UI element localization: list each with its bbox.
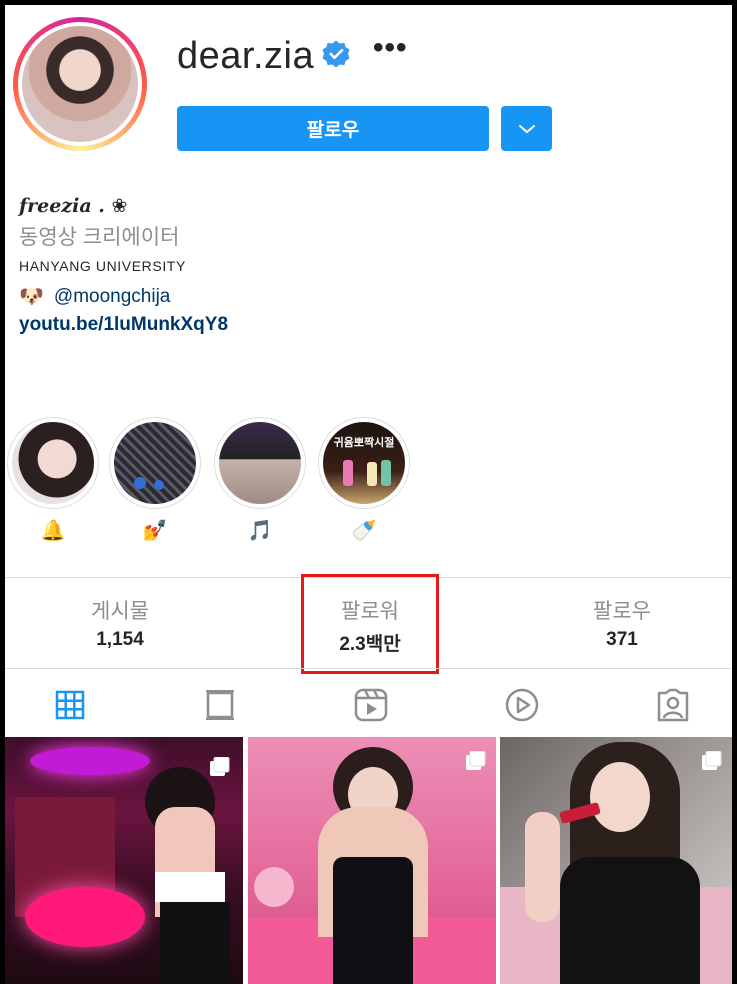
- follow-button[interactable]: 팔로우: [177, 106, 489, 151]
- followers-highlight-box: [301, 574, 439, 674]
- stat-following[interactable]: 팔로우 371: [502, 595, 732, 651]
- bio-mention-link[interactable]: @moongchija: [54, 286, 170, 308]
- bio-external-link[interactable]: youtu.be/1luMunkXqY8: [19, 314, 228, 336]
- music-note-icon: 🎵: [247, 520, 273, 542]
- post-thumbnail[interactable]: [500, 737, 732, 984]
- tab-reels[interactable]: [351, 685, 391, 725]
- bio-category: 동영상 크리에이터: [19, 226, 180, 249]
- nail-polish-icon: 💅: [142, 520, 168, 542]
- tab-feed[interactable]: [200, 685, 240, 725]
- story-highlight[interactable]: 💅: [109, 417, 201, 544]
- bell-icon: 🔔: [40, 520, 66, 542]
- flower-icon: ❀: [111, 195, 128, 217]
- highlight-cover: [12, 422, 94, 504]
- reels-icon: [354, 688, 388, 722]
- tagged-icon: [657, 688, 689, 722]
- story-highlight[interactable]: 귀윰뽀짝시절 🍼: [318, 417, 410, 544]
- story-highlight[interactable]: 🎵: [214, 417, 306, 544]
- bio-mention-row: 🐶 @moongchija: [19, 284, 170, 309]
- bio-display-name: freezia . ❀: [19, 195, 128, 217]
- avatar-photo: [22, 26, 138, 142]
- tab-videos[interactable]: [502, 685, 542, 725]
- highlight-cover: [114, 422, 196, 504]
- suggestions-dropdown-button[interactable]: [501, 106, 552, 151]
- video-icon: [505, 688, 539, 722]
- highlight-cover: [219, 422, 301, 504]
- highlight-cover: 귀윰뽀짝시절: [323, 422, 405, 504]
- highlight-cover-text: 귀윰뽀짝시절: [333, 437, 395, 449]
- dog-icon: 🐶: [19, 286, 44, 308]
- tab-tagged[interactable]: [653, 685, 693, 725]
- chevron-down-icon: [518, 124, 535, 133]
- divider: [5, 668, 732, 669]
- post-thumbnail[interactable]: [248, 737, 496, 984]
- grid-icon: [55, 690, 85, 720]
- multiple-photos-icon: [210, 756, 230, 777]
- stat-posts[interactable]: 게시물 1,154: [5, 595, 240, 651]
- more-options-icon[interactable]: •••: [373, 31, 408, 65]
- feed-icon: [206, 690, 234, 720]
- multiple-photos-icon: [702, 750, 722, 771]
- baby-bottle-icon: 🍼: [351, 520, 377, 542]
- verified-badge-icon: [322, 40, 350, 68]
- story-highlight[interactable]: 🔔: [7, 417, 99, 544]
- profile-avatar[interactable]: [13, 17, 147, 151]
- multiple-photos-icon: [466, 750, 486, 771]
- profile-page: dear.zia ••• 팔로우 freezia . ❀ 동영상 크리에이터 H…: [5, 5, 732, 984]
- post-thumbnail[interactable]: [5, 737, 243, 984]
- bio-school: HANYANG UNIVERSITY: [19, 258, 186, 274]
- username: dear.zia: [177, 35, 315, 77]
- tab-posts-grid[interactable]: [50, 685, 90, 725]
